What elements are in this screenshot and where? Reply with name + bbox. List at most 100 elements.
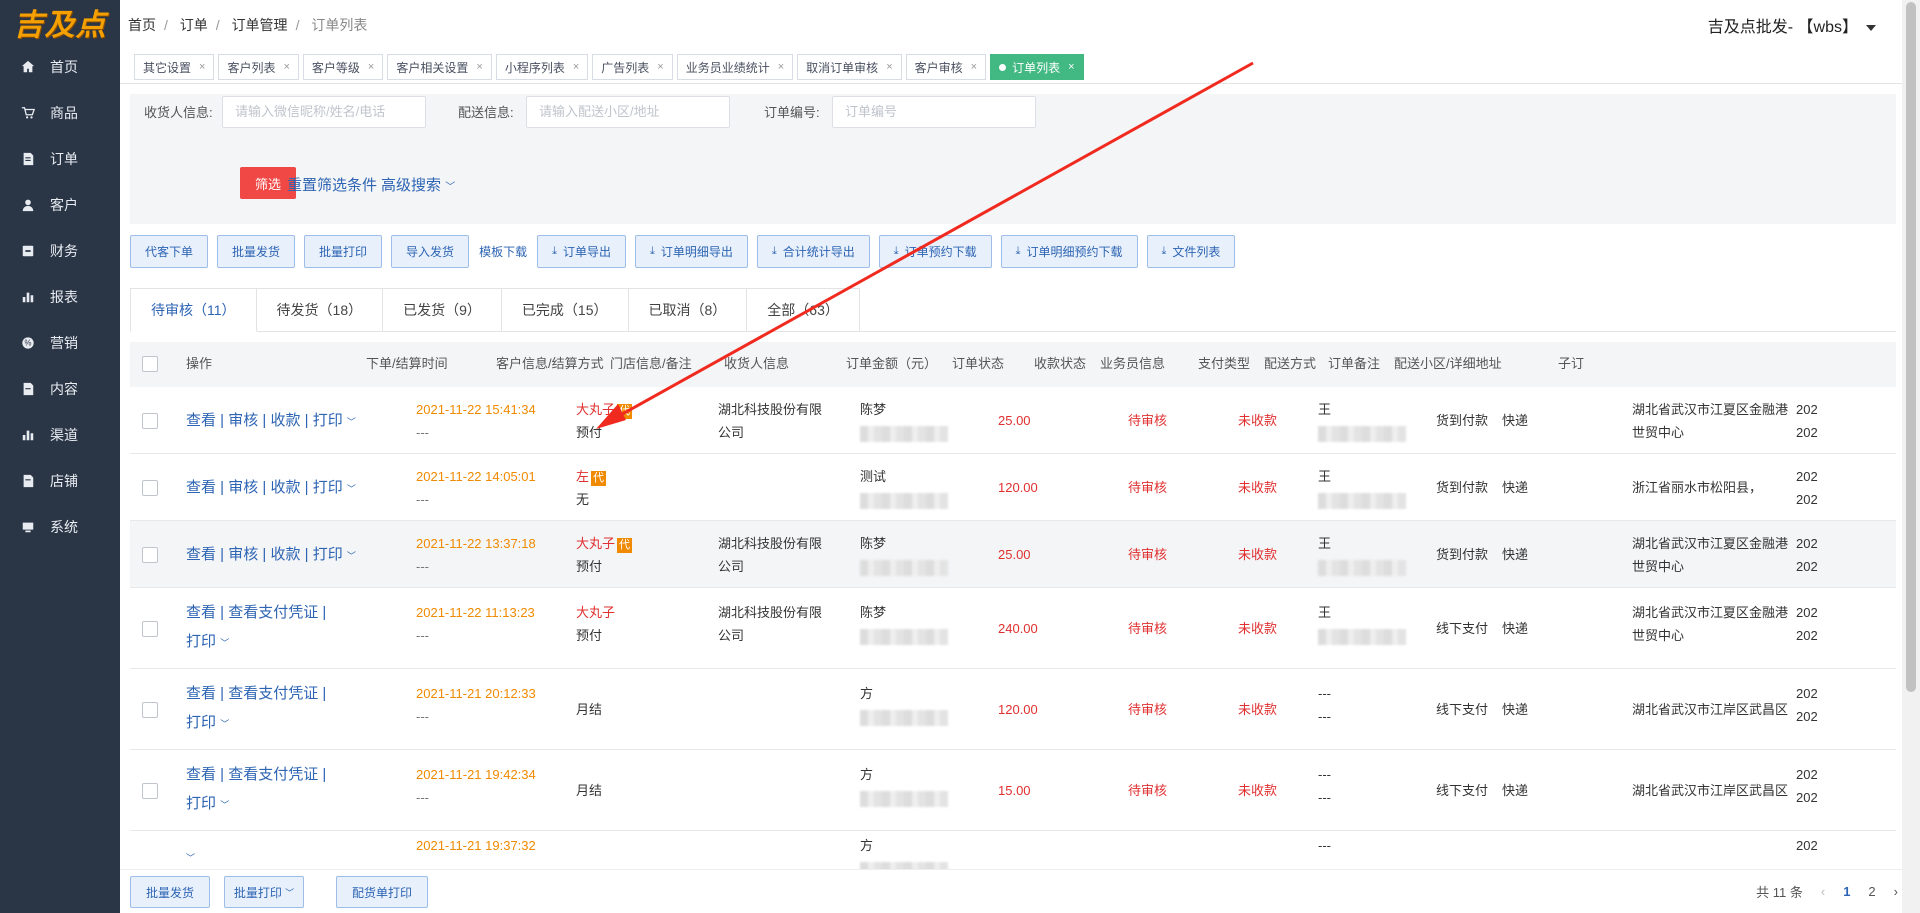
close-icon[interactable]: × xyxy=(368,61,374,73)
status-tab-3[interactable]: 已完成（15） xyxy=(501,288,629,332)
settle-method: 无 xyxy=(576,491,590,507)
export-button-3[interactable]: ⤓ 订单预约下载 xyxy=(878,234,992,268)
reset-filter-link[interactable]: 重置筛选条件 xyxy=(287,174,377,195)
next-page-icon[interactable]: › xyxy=(1894,884,1898,899)
tab-2[interactable]: 客户等级 × xyxy=(302,54,384,80)
row-checkbox[interactable] xyxy=(142,701,158,718)
status-tab-4[interactable]: 已取消（8） xyxy=(628,288,748,332)
sidebar-item-9[interactable]: 店铺 xyxy=(0,458,120,504)
status-tab-0[interactable]: 待审核（11） xyxy=(130,288,257,332)
sidebar-item-3[interactable]: 客户 xyxy=(0,182,120,228)
row-actions[interactable]: 查看 | 查看支付凭证 | xyxy=(186,764,326,786)
row-actions[interactable]: 查看 | 审核 | 收款 | 打印 ﹀ xyxy=(186,477,356,500)
row-actions[interactable]: 查看 | 查看支付凭证 | xyxy=(186,602,326,624)
order-no-label: 订单编号: xyxy=(764,105,820,120)
tab-3[interactable]: 客户相关设置 × xyxy=(387,54,492,80)
status-tab-2[interactable]: 已发货（9） xyxy=(383,288,502,332)
close-icon[interactable]: × xyxy=(778,61,784,73)
close-icon[interactable]: × xyxy=(971,61,977,73)
chevron-down-icon: ﹀ xyxy=(445,182,456,193)
close-icon[interactable]: × xyxy=(199,61,205,73)
order-amount: 240.00 xyxy=(998,620,1038,636)
tab-8[interactable]: 客户审核 × xyxy=(905,54,987,80)
tab-9[interactable]: 订单列表 × xyxy=(990,54,1084,80)
sidebar-item-5[interactable]: 报表 xyxy=(0,274,120,320)
settle-method: 预付 xyxy=(576,558,603,574)
payment-type: 货到付款 xyxy=(1436,479,1489,495)
select-all-checkbox[interactable] xyxy=(142,356,158,372)
column-header: 配送小区/详细地址 xyxy=(1394,356,1502,371)
scrollbar-thumb[interactable] xyxy=(1906,2,1916,692)
sidebar-item-7[interactable]: 内容 xyxy=(0,366,120,412)
close-icon[interactable]: × xyxy=(657,61,663,73)
row-checkbox[interactable] xyxy=(142,479,158,496)
action-button-3[interactable]: 导入发货 xyxy=(391,234,470,268)
row-print-action[interactable]: 打印 ﹀ xyxy=(186,793,229,816)
export-button-4[interactable]: ⤓ 订单明细预约下载 xyxy=(1000,234,1138,268)
action-button-0[interactable]: 代客下单 xyxy=(130,234,209,268)
close-icon[interactable]: × xyxy=(573,61,579,73)
prev-page-icon[interactable]: ‹ xyxy=(1821,884,1825,899)
tab-6[interactable]: 业务员业绩统计 × xyxy=(676,54,794,80)
status-tab-1[interactable]: 待发货（18） xyxy=(256,288,384,332)
sidebar-item-1[interactable]: 商品 xyxy=(0,90,120,136)
row-checkbox[interactable] xyxy=(142,546,158,563)
column-header: 收货人信息 xyxy=(724,356,790,371)
close-icon[interactable]: × xyxy=(283,61,289,73)
sidebar-item-label: 营销 xyxy=(50,335,78,351)
receiver-input[interactable]: 请输入微信昵称/姓名/电话 xyxy=(222,96,426,128)
template-download-link[interactable]: 模板下载 xyxy=(479,243,527,260)
store-info-line2: 公司 xyxy=(718,558,745,574)
action-button-1[interactable]: 批量发货 xyxy=(217,234,296,268)
page-2[interactable]: 2 xyxy=(1868,884,1875,899)
picking-print-button[interactable]: 配货单打印 xyxy=(336,876,428,908)
row-checkbox[interactable] xyxy=(142,782,158,799)
sidebar-item-10[interactable]: 系统 xyxy=(0,504,120,550)
delivery-input[interactable]: 请输入配送小区/地址 xyxy=(526,96,730,128)
tab-5[interactable]: 广告列表 × xyxy=(592,54,673,80)
sidebar-item-2[interactable]: 订单 xyxy=(0,136,120,182)
row-actions[interactable]: 查看 | 审核 | 收款 | 打印 ﹀ xyxy=(186,544,356,567)
page-1[interactable]: 1 xyxy=(1843,884,1850,899)
scrollbar[interactable] xyxy=(1902,0,1920,913)
batch-print-button[interactable]: 批量打印 ﹀ xyxy=(224,876,304,908)
order-no-input[interactable]: 订单编号 xyxy=(832,96,1036,128)
user-menu[interactable]: 吉及点批发- 【wbs】 xyxy=(1708,13,1894,37)
sidebar-item-0[interactable]: 首页 xyxy=(0,44,120,90)
export-button-0[interactable]: ⤓ 订单导出 xyxy=(537,234,626,268)
close-icon[interactable]: × xyxy=(476,61,482,73)
sidebar-item-8[interactable]: 渠道 xyxy=(0,412,120,458)
export-button-2[interactable]: ⤓ 合计统计导出 xyxy=(756,234,870,268)
export-button-5[interactable]: ⤓ 文件列表 xyxy=(1146,234,1236,268)
status-tab-5[interactable]: 全部（63） xyxy=(747,288,860,332)
row-actions[interactable]: 查看 | 查看支付凭证 | xyxy=(186,683,326,705)
advanced-search-link[interactable]: 高级搜索 ﹀ xyxy=(381,174,455,195)
row-checkbox[interactable] xyxy=(142,620,158,637)
sidebar-item-4[interactable]: 财务 xyxy=(0,228,120,274)
tab-4[interactable]: 小程序列表 × xyxy=(495,54,589,80)
breadcrumb-home[interactable]: 首页 xyxy=(128,17,156,33)
tab-label: 客户相关设置 xyxy=(396,60,469,75)
close-icon[interactable]: × xyxy=(886,61,892,73)
breadcrumb-order-manage[interactable]: 订单管理 xyxy=(232,17,288,33)
store-info-line2: 公司 xyxy=(718,424,745,440)
row-print-action[interactable]: 打印 ﹀ xyxy=(186,631,229,654)
batch-ship-button[interactable]: 批量发货 xyxy=(130,876,210,908)
export-button-1[interactable]: ⤓ 订单明细导出 xyxy=(634,234,748,268)
column-header: 下单/结算时间 xyxy=(366,356,448,371)
column-header: 客户信息/结算方式 xyxy=(496,356,604,371)
close-icon[interactable]: × xyxy=(1068,61,1074,73)
salesperson-line2: --- xyxy=(1318,709,1331,724)
action-button-2[interactable]: 批量打印 xyxy=(304,234,383,268)
sidebar-item-6[interactable]: % 营销 xyxy=(0,320,120,366)
tab-0[interactable]: 其它设置 × xyxy=(134,54,215,80)
sidebar-item-label: 财务 xyxy=(50,243,78,259)
breadcrumb-order[interactable]: 订单 xyxy=(180,17,208,33)
row-actions[interactable]: 查看 | 审核 | 收款 | 打印 ﹀ xyxy=(186,410,356,433)
row-checkbox[interactable] xyxy=(142,412,158,429)
row-actions[interactable]: ﹀ xyxy=(186,846,195,869)
settle-method: 预付 xyxy=(576,424,603,440)
row-print-action[interactable]: 打印 ﹀ xyxy=(186,712,229,735)
tab-1[interactable]: 客户列表 × xyxy=(218,54,299,80)
tab-7[interactable]: 取消订单审核 × xyxy=(797,54,902,80)
